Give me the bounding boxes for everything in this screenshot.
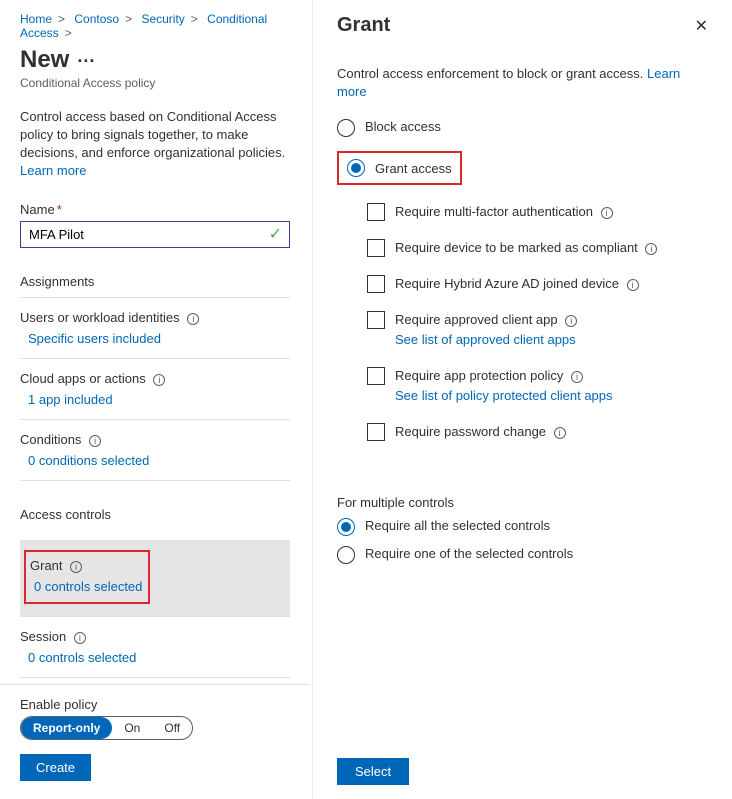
conditions-label: Conditions i — [20, 432, 290, 447]
page-subtitle: Conditional Access policy — [20, 76, 290, 90]
info-icon[interactable]: i — [601, 207, 613, 219]
check-approved-app[interactable]: Require approved client app i See list o… — [367, 311, 708, 349]
name-input[interactable] — [20, 221, 290, 248]
check-hybrid-join[interactable]: Require Hybrid Azure AD joined device i — [367, 275, 708, 293]
page-title: New··· — [20, 46, 290, 74]
panel-title: Grant — [337, 14, 390, 37]
app-protection-link[interactable]: See list of policy protected client apps — [395, 387, 613, 405]
enable-policy-toggle[interactable]: Report-only On Off — [20, 716, 193, 740]
info-icon[interactable]: i — [74, 632, 86, 644]
info-icon[interactable]: i — [70, 561, 82, 573]
close-icon[interactable]: ✕ — [695, 16, 708, 36]
create-button[interactable]: Create — [20, 754, 91, 781]
breadcrumb-tenant[interactable]: Contoso — [74, 12, 119, 26]
radio-require-all[interactable]: Require all the selected controls — [337, 518, 708, 536]
policy-description: Control access based on Conditional Acce… — [20, 108, 290, 180]
toggle-off[interactable]: Off — [152, 717, 192, 739]
breadcrumb: Home> Contoso> Security> Conditional Acc… — [20, 12, 290, 40]
info-icon[interactable]: i — [187, 313, 199, 325]
info-icon[interactable]: i — [153, 374, 165, 386]
select-button[interactable]: Select — [337, 758, 409, 785]
check-compliant-device[interactable]: Require device to be marked as compliant… — [367, 239, 708, 257]
check-app-protection[interactable]: Require app protection policy i See list… — [367, 367, 708, 405]
toggle-report-only[interactable]: Report-only — [21, 717, 112, 739]
radio-require-one[interactable]: Require one of the selected controls — [337, 546, 708, 564]
apps-link[interactable]: 1 app included — [20, 392, 290, 407]
info-icon[interactable]: i — [554, 427, 566, 439]
breadcrumb-home[interactable]: Home — [20, 12, 52, 26]
info-icon[interactable]: i — [627, 279, 639, 291]
apps-label: Cloud apps or actions i — [20, 371, 290, 386]
assignments-header: Assignments — [20, 274, 290, 298]
toggle-on[interactable]: On — [112, 717, 152, 739]
multiple-controls-header: For multiple controls — [337, 495, 708, 510]
info-icon[interactable]: i — [571, 371, 583, 383]
enable-policy-label: Enable policy — [20, 697, 290, 712]
conditions-link[interactable]: 0 conditions selected — [20, 453, 290, 468]
radio-block-access[interactable]: Block access — [337, 119, 708, 137]
grant-item-selected[interactable]: Grant i 0 controls selected — [20, 540, 290, 617]
session-label: Session i — [20, 629, 290, 644]
name-label: Name* — [20, 202, 290, 217]
info-icon[interactable]: i — [645, 243, 657, 255]
breadcrumb-security[interactable]: Security — [141, 12, 184, 26]
more-icon[interactable]: ··· — [77, 51, 95, 71]
users-label: Users or workload identities i — [20, 310, 290, 325]
check-password-change[interactable]: Require password change i — [367, 423, 708, 441]
info-icon[interactable]: i — [565, 315, 577, 327]
access-controls-header: Access controls — [20, 507, 290, 530]
learn-more-link[interactable]: Learn more — [20, 162, 290, 180]
check-icon: ✓ — [269, 224, 282, 244]
users-link[interactable]: Specific users included — [20, 331, 290, 346]
grant-link[interactable]: 0 controls selected — [30, 579, 142, 594]
grant-label: Grant i — [30, 558, 142, 573]
radio-grant-access[interactable]: Grant access — [337, 151, 462, 185]
grant-panel: Grant ✕ Control access enforcement to bl… — [312, 0, 732, 799]
check-mfa[interactable]: Require multi-factor authentication i — [367, 203, 708, 221]
info-icon[interactable]: i — [89, 435, 101, 447]
session-link[interactable]: 0 controls selected — [20, 650, 290, 665]
panel-description: Control access enforcement to block or g… — [337, 65, 708, 101]
approved-apps-link[interactable]: See list of approved client apps — [395, 331, 577, 349]
